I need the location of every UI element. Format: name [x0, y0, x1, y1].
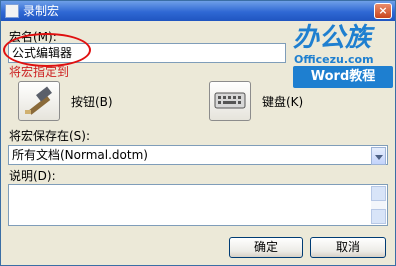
close-icon[interactable]: ×: [374, 3, 392, 19]
window-title: 录制宏: [23, 4, 60, 18]
assign-button-button[interactable]: [18, 81, 60, 121]
scroll-down-button[interactable]: [371, 209, 386, 224]
macro-name-label: 宏名(M):: [9, 30, 57, 44]
scroll-up-button[interactable]: [371, 186, 386, 201]
title-bar[interactable]: 录制宏 ×: [1, 1, 395, 21]
hammer-icon: [25, 86, 52, 115]
cancel-button[interactable]: 取消: [310, 237, 386, 258]
record-macro-dialog: 录制宏 × 宏名(M): 公式编辑器 将宏指定到 按钮(B) 键盘(K) 将宏保…: [0, 0, 396, 266]
keyboard-icon: [214, 92, 246, 109]
scroll-track[interactable]: [371, 201, 386, 209]
watermark-tag: Word教程: [293, 66, 393, 88]
watermark-brand: 办公族: [293, 23, 372, 53]
app-icon: [5, 4, 19, 18]
macro-name-input[interactable]: 公式编辑器: [8, 43, 286, 63]
store-macro-label: 将宏保存在(S):: [9, 129, 91, 143]
assign-button-label: 按钮(B): [71, 95, 113, 109]
description-textarea[interactable]: [8, 184, 388, 226]
description-label: 说明(D):: [9, 169, 56, 183]
assign-keyboard-button[interactable]: [209, 81, 251, 121]
store-macro-select[interactable]: 所有文档(Normal.dotm): [8, 145, 388, 165]
dropdown-arrow-icon[interactable]: [371, 147, 386, 165]
ok-button[interactable]: 确定: [229, 237, 303, 258]
assign-macro-label: 将宏指定到: [9, 65, 70, 79]
assign-keyboard-label: 键盘(K): [262, 95, 304, 109]
store-macro-value: 所有文档(Normal.dotm): [12, 148, 148, 162]
watermark-site: Officezu.com: [294, 53, 374, 66]
